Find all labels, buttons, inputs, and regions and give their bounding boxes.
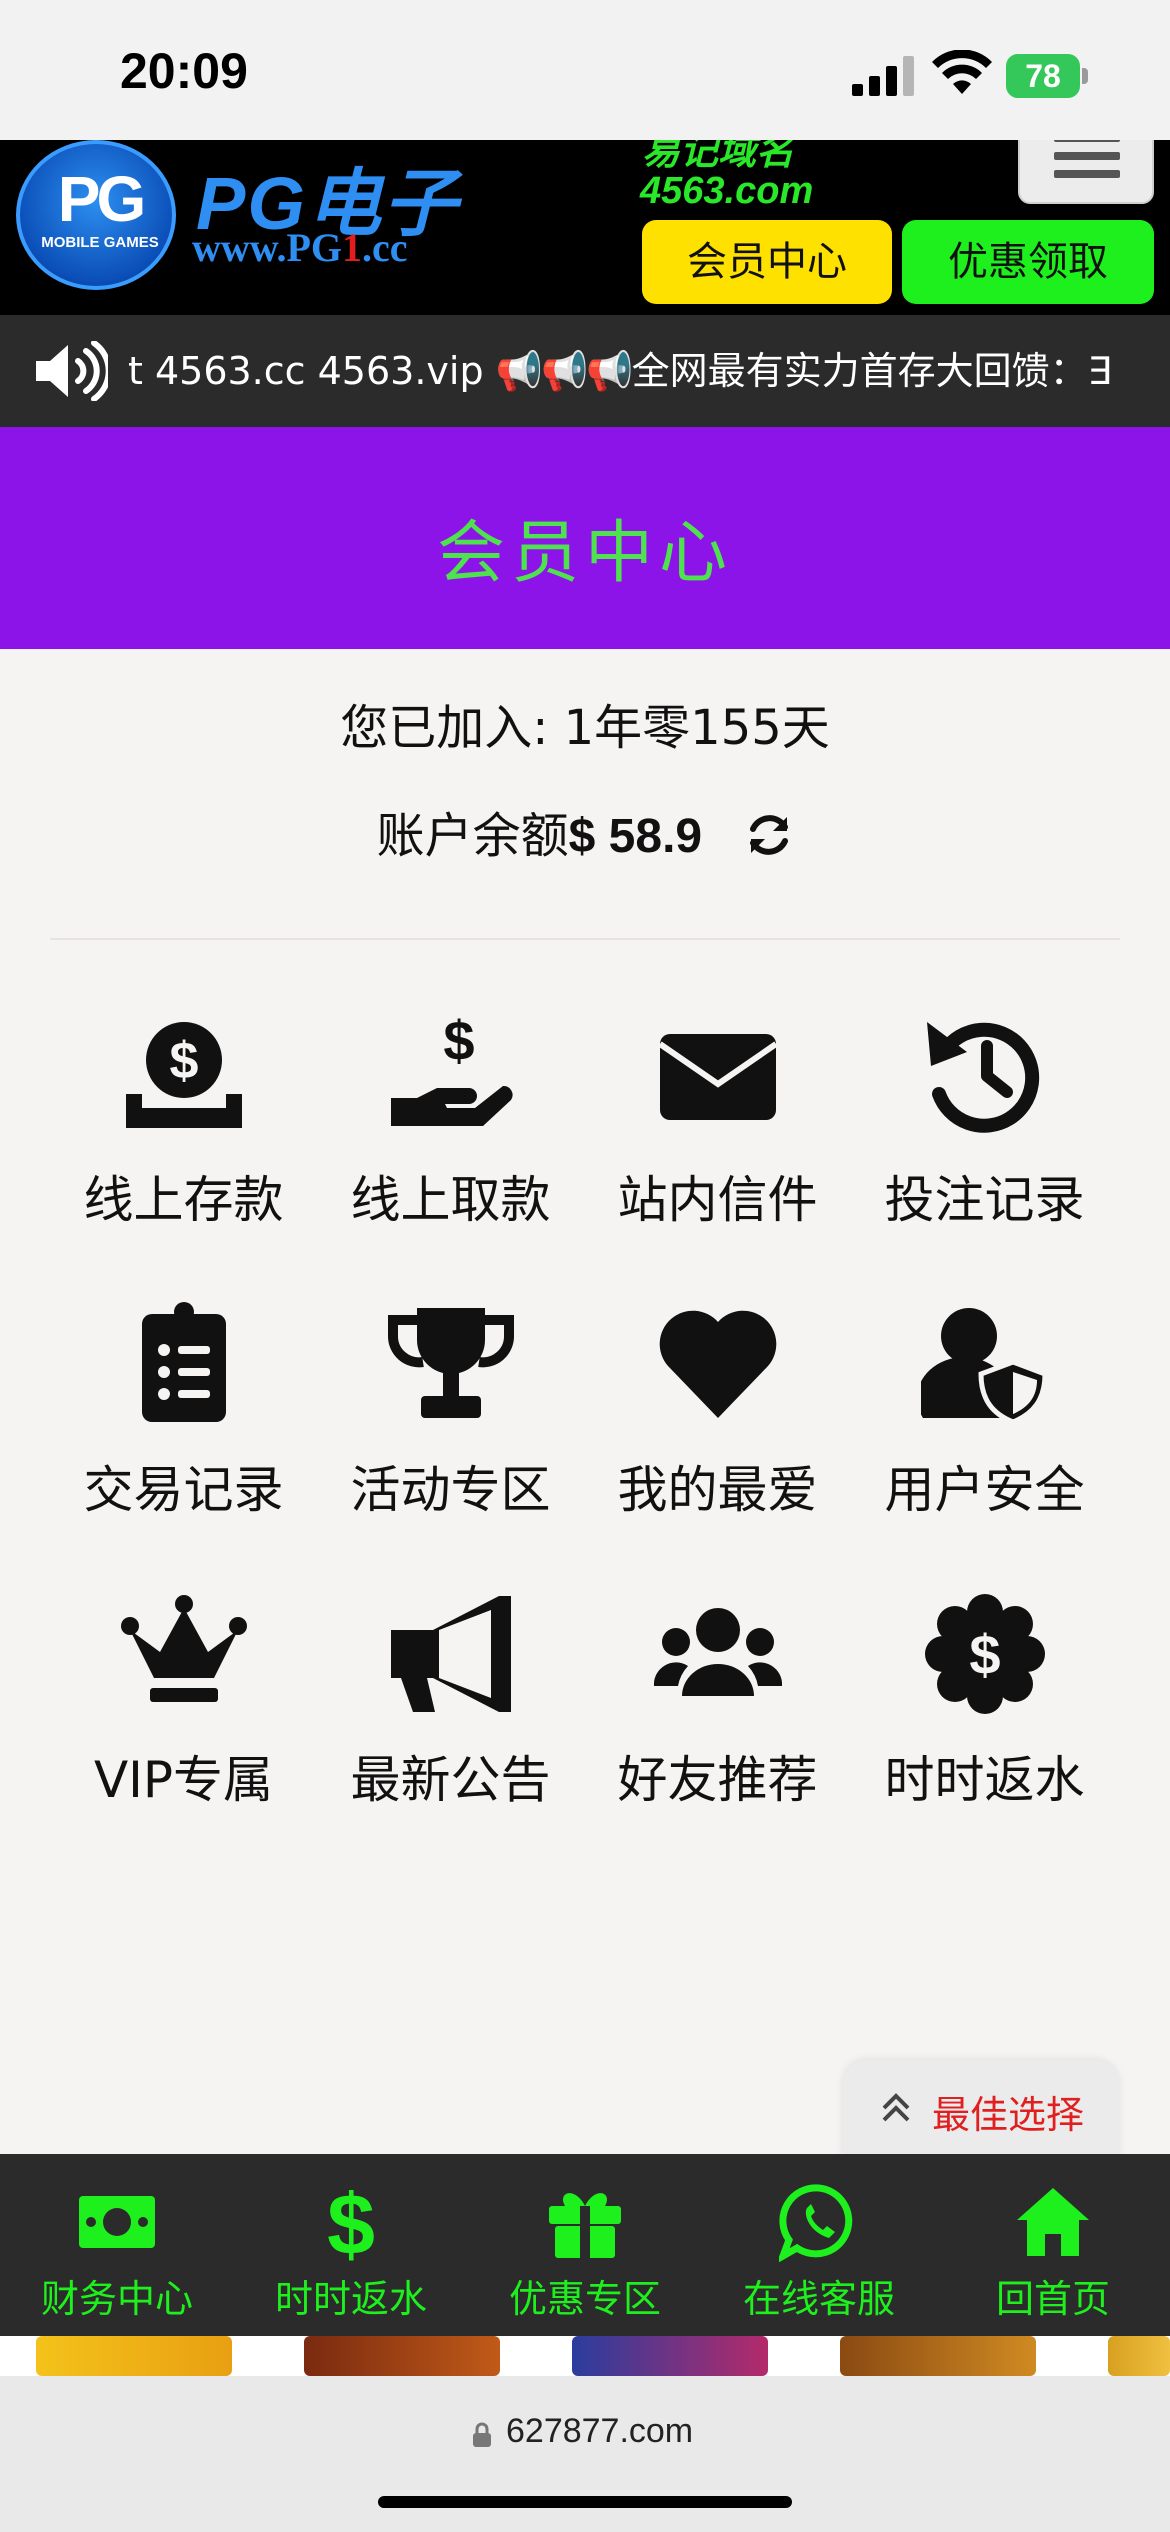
nav-promotions[interactable]: 优惠专区: [468, 2154, 702, 2336]
nav-label: 财务中心: [40, 2277, 193, 2321]
grid-item-transactions[interactable]: 交易记录: [50, 1300, 317, 1520]
refresh-icon[interactable]: [745, 811, 793, 859]
grid-item-deposit[interactable]: $ 线上存款: [50, 1010, 317, 1230]
money-bill-icon: [79, 2196, 155, 2248]
best-pick-label: 最佳选择: [932, 2093, 1085, 2137]
grid-item-favorites[interactable]: 我的最爱: [584, 1300, 851, 1520]
grid-item-label: 好友推荐: [617, 1751, 818, 1809]
logo-pg-text: PG: [57, 163, 146, 235]
bottom-nav: 财务中心 $ 时时返水 优惠专区 在线客服 回首页: [0, 2154, 1170, 2336]
game-thumbnail[interactable]: [1108, 2336, 1170, 2376]
lock-icon: [473, 2422, 491, 2447]
grid-item-promotions[interactable]: 活动专区: [317, 1300, 584, 1520]
grid-item-vip[interactable]: VIP专属: [50, 1590, 317, 1810]
nav-home[interactable]: 回首页: [936, 2154, 1170, 2336]
grid-item-rebate[interactable]: $ 时时返水: [851, 1590, 1118, 1810]
grid-item-label: 投注记录: [884, 1171, 1085, 1229]
nav-label: 回首页: [995, 2277, 1110, 2321]
status-bar: 20:09 78: [0, 0, 1170, 140]
nav-rebate[interactable]: $ 时时返水: [234, 2154, 468, 2336]
svg-text:$: $: [443, 1010, 474, 1072]
cellular-signal-icon: [852, 56, 914, 96]
status-time: 20:09: [120, 43, 248, 99]
grid-item-inbox[interactable]: 站内信件: [584, 1010, 851, 1230]
announcement-marquee[interactable]: t 4563.cc 4563.vip 📢📢📢全网最有实力首存大回馈：∃: [0, 315, 1170, 427]
grid-item-bet-history[interactable]: 投注记录: [851, 1010, 1118, 1230]
history-icon: [926, 1022, 1039, 1133]
wifi-icon: [932, 50, 992, 94]
clipboard-list-icon: [141, 1302, 226, 1422]
heart-icon: [659, 1310, 776, 1418]
site-header: PG MOBILE GAMES PG电子 www.PG1.cc 易记域名 456…: [0, 140, 1170, 315]
grid-item-referral[interactable]: 好友推荐: [584, 1590, 851, 1810]
grid-item-label: 线上存款: [83, 1171, 284, 1229]
deposit-icon: $: [125, 1022, 242, 1128]
game-thumbnail[interactable]: [304, 2336, 500, 2376]
browser-url-bar[interactable]: 627877.com: [0, 2376, 1170, 2532]
account-balance: 账户余额$ 58.9: [0, 796, 1170, 866]
promo-claim-button[interactable]: 优惠领取: [902, 220, 1154, 304]
game-thumbnail[interactable]: [36, 2336, 232, 2376]
whatsapp-icon: [779, 2184, 853, 2262]
pg-logo[interactable]: PG MOBILE GAMES: [16, 140, 176, 290]
member-feature-grid: $ 线上存款 $ 线上取款 站内信件 投注记录 交易记录 活动专区 我的最爱 用…: [50, 1010, 1118, 1810]
grid-item-label: VIP专属: [93, 1751, 274, 1809]
grid-item-label: 最新公告: [350, 1751, 551, 1809]
domain-url: 4563.com: [640, 170, 814, 212]
game-thumbnail[interactable]: [572, 2336, 768, 2376]
nav-customer-service[interactable]: 在线客服: [702, 2154, 936, 2336]
grid-item-label: 活动专区: [350, 1461, 551, 1519]
megaphone-emoji-icon: 📢📢📢: [495, 349, 634, 393]
logo-sub-text: MOBILE GAMES: [41, 234, 159, 251]
balance-label: 账户余额: [376, 808, 569, 864]
nav-label: 在线客服: [742, 2277, 895, 2321]
trophy-icon: [387, 1308, 514, 1418]
page-title-bar: 会员中心: [0, 427, 1170, 649]
divider: [50, 938, 1120, 940]
speaker-icon: [36, 341, 108, 401]
home-icon: [1017, 2188, 1089, 2256]
nav-finance-center[interactable]: 财务中心: [0, 2154, 234, 2336]
grid-item-label: 用户安全: [884, 1461, 1085, 1519]
svg-text:$: $: [169, 1032, 198, 1090]
best-pick-tab[interactable]: 最佳选择: [842, 2060, 1120, 2158]
page-title: 会员中心: [436, 514, 733, 593]
grid-item-announcements[interactable]: 最新公告: [317, 1590, 584, 1810]
gift-icon: [549, 2193, 621, 2258]
users-icon: [653, 1608, 782, 1696]
grid-item-security[interactable]: 用户安全: [851, 1300, 1118, 1520]
member-center-button[interactable]: 会员中心: [642, 220, 892, 304]
url-text: 627877.com: [506, 2412, 694, 2450]
game-thumbnail[interactable]: [840, 2336, 1036, 2376]
svg-text:$: $: [327, 2182, 375, 2262]
dollar-badge-icon: $: [924, 1594, 1045, 1714]
grid-item-label: 时时返水: [884, 1751, 1085, 1809]
hamburger-menu-button[interactable]: [1018, 140, 1154, 204]
grid-item-label: 交易记录: [83, 1461, 284, 1519]
membership-duration: 您已加入: 1年零155天: [340, 700, 830, 756]
crown-icon: [120, 1595, 247, 1702]
svg-text:$: $: [969, 1623, 1000, 1686]
dollar-icon: $: [327, 2182, 375, 2262]
withdraw-icon: $: [390, 1010, 513, 1126]
double-chevron-up-icon: [882, 2093, 910, 2122]
nav-label: 时时返水: [274, 2277, 427, 2321]
envelope-icon: [657, 1034, 778, 1120]
grid-item-label: 线上取款: [350, 1171, 551, 1229]
battery-level: 78: [1006, 54, 1080, 98]
grid-item-label: 站内信件: [617, 1171, 818, 1229]
grid-item-label: 我的最爱: [617, 1461, 818, 1519]
game-thumbnail-strip: [0, 2336, 1170, 2376]
battery-icon: 78: [1006, 54, 1088, 98]
nav-label: 优惠专区: [508, 2277, 661, 2321]
grid-item-withdraw[interactable]: $ 线上取款: [317, 1010, 584, 1230]
home-indicator[interactable]: [378, 2496, 792, 2508]
logo-url: www.PG1.cc: [192, 225, 408, 270]
balance-value: $ 58.9: [568, 810, 703, 863]
marquee-text: t 4563.cc 4563.vip 📢📢📢全网最有实力首存大回馈：∃: [128, 349, 1112, 393]
megaphone-icon: [390, 1596, 511, 1712]
user-shield-icon: [920, 1308, 1048, 1425]
